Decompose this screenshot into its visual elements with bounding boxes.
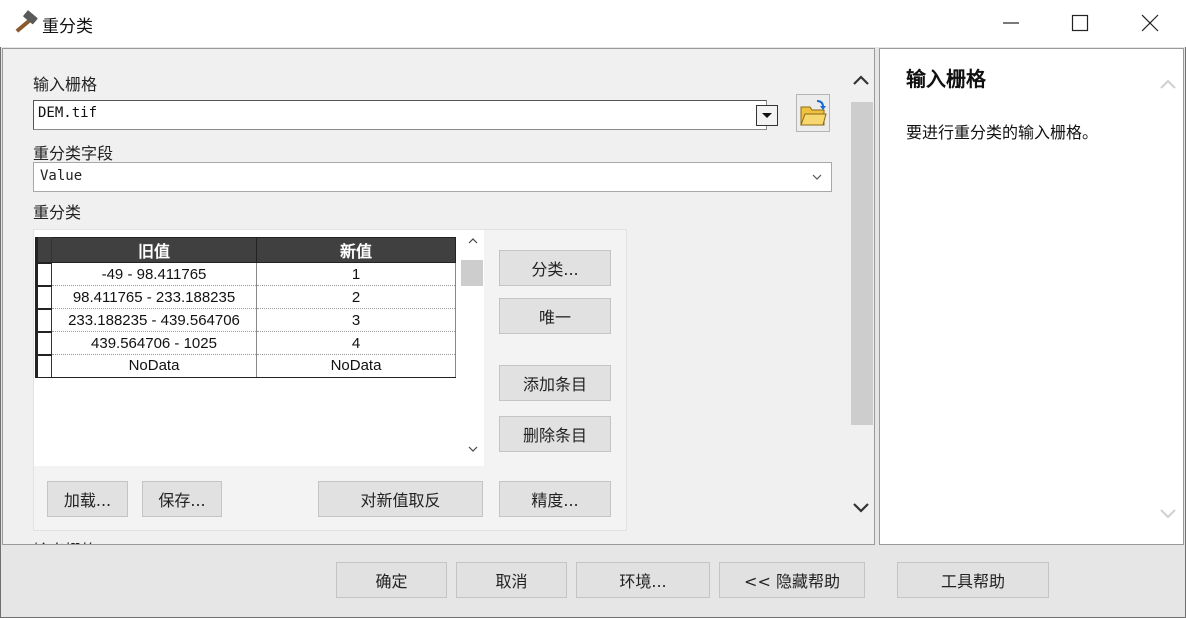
chevron-down-icon [812,174,822,180]
input-raster-combobox[interactable]: DEM.tif [33,100,778,130]
old-value-cell[interactable]: NoData [51,354,257,378]
table-row[interactable]: NoData NoData [35,354,456,378]
chevron-down-icon[interactable] [1158,507,1178,521]
chevron-down-icon[interactable] [851,501,871,515]
row-selector[interactable] [35,308,52,333]
old-value-cell[interactable]: -49 - 98.411765 [51,262,257,286]
reclass-field-select[interactable]: Value [33,162,832,192]
ok-button[interactable]: 确定 [336,562,447,598]
form-scrollbar-thumb[interactable] [851,102,873,425]
add-entry-button[interactable]: 添加条目 [499,365,611,401]
cancel-button[interactable]: 取消 [456,562,567,598]
reclass-field-label: 重分类字段 [33,144,114,163]
input-raster-value: DEM.tif [38,105,98,121]
input-raster-label: 输入栅格 [33,75,98,94]
table-row[interactable]: 98.411765 - 233.188235 2 [35,285,456,310]
row-selector[interactable] [35,262,52,287]
minimize-icon [1003,22,1019,24]
column-header-old[interactable]: 旧值 [51,237,257,263]
close-button[interactable] [1115,0,1185,47]
output-raster-label: 输出栅格 [33,537,97,544]
input-raster-dropdown-button[interactable] [756,105,778,126]
table-row[interactable]: 233.188235 - 439.564706 3 [35,308,456,333]
new-value-cell[interactable]: NoData [256,354,456,378]
new-value-cell[interactable]: 2 [256,285,456,309]
browse-button[interactable] [796,94,830,132]
minimize-button[interactable] [976,0,1046,47]
precision-button[interactable]: 精度... [499,481,611,517]
chevron-down-icon[interactable] [468,444,478,454]
table-header-row: 旧值 新值 [35,237,456,264]
old-value-cell[interactable]: 98.411765 - 233.188235 [51,285,257,309]
chevron-up-icon[interactable] [851,73,871,87]
row-selector[interactable] [35,285,52,310]
table-row[interactable]: 439.564706 - 1025 4 [35,331,456,356]
row-selector[interactable] [35,354,52,378]
save-button[interactable]: 保存... [142,481,222,517]
reclass-field-value: Value [40,168,83,184]
title-bar: 重分类 [0,0,1186,47]
reclass-table: 旧值 新值 -49 - 98.411765 1 98.411765 - 233.… [35,237,456,378]
classify-button[interactable]: 分类... [499,250,611,286]
reclassification-group: 旧值 新值 -49 - 98.411765 1 98.411765 - 233.… [33,229,627,531]
grid-scrollbar-thumb[interactable] [461,260,483,286]
help-title: 输入栅格 [906,67,986,91]
help-panel: 输入栅格 要进行重分类的输入栅格。 [879,48,1184,545]
maximize-icon [1071,14,1089,32]
old-value-cell[interactable]: 233.188235 - 439.564706 [51,308,257,332]
unique-button[interactable]: 唯一 [499,298,611,334]
environments-button[interactable]: 环境... [576,562,710,598]
table-row[interactable]: -49 - 98.411765 1 [35,262,456,287]
row-header-corner [35,237,52,264]
form-scrollbar[interactable] [848,69,874,544]
tool-help-button[interactable]: 工具帮助 [897,562,1049,598]
triangle-down-icon [762,113,772,118]
load-button[interactable]: 加载... [47,481,128,517]
close-icon [1141,14,1159,32]
hammer-icon [12,10,40,36]
maximize-button[interactable] [1045,0,1115,47]
reverse-new-values-button[interactable]: 对新值取反 [318,481,483,517]
new-value-cell[interactable]: 4 [256,331,456,355]
chevron-up-icon[interactable] [1158,77,1178,91]
delete-entry-button[interactable]: 删除条目 [499,416,611,452]
window-title: 重分类 [42,17,93,37]
new-value-cell[interactable]: 1 [256,262,456,286]
open-folder-icon [800,100,827,126]
hide-help-button[interactable]: << 隐藏帮助 [719,562,865,598]
row-selector[interactable] [35,331,52,356]
column-header-new[interactable]: 新值 [256,237,456,263]
chevron-up-icon[interactable] [468,236,478,246]
help-text: 要进行重分类的输入栅格。 [906,123,1099,142]
old-value-cell[interactable]: 439.564706 - 1025 [51,331,257,355]
grid-scrollbar[interactable] [460,236,484,464]
reclassification-label: 重分类 [33,203,82,222]
tool-form-panel: 输入栅格 DEM.tif 重分类字段 Value 重分类 旧值 新值 -49 -… [2,48,875,545]
new-value-cell[interactable]: 3 [256,308,456,332]
reclass-grid[interactable]: 旧值 新值 -49 - 98.411765 1 98.411765 - 233.… [34,230,484,466]
